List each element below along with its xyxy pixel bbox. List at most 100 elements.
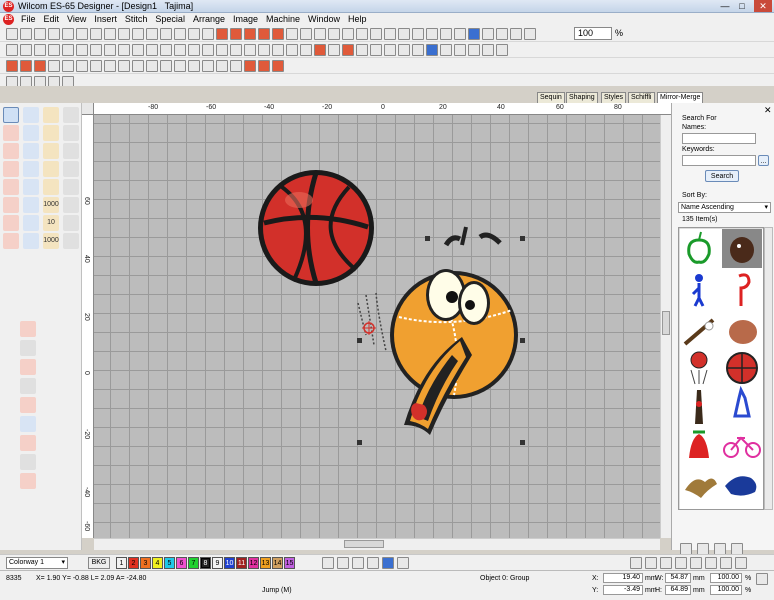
- lock-proportions-icon[interactable]: [756, 573, 768, 585]
- standard-tool-icon[interactable]: [524, 28, 536, 40]
- view-tool-icon[interactable]: [328, 44, 340, 56]
- standard-tool-icon[interactable]: [314, 28, 326, 40]
- apple-design-icon[interactable]: [687, 231, 711, 264]
- standard-tool-icon[interactable]: [230, 28, 242, 40]
- standard-tool-icon[interactable]: [342, 28, 354, 40]
- stitch-tool-icon[interactable]: [20, 60, 32, 72]
- toolbox-tool-icon[interactable]: 1000: [43, 197, 59, 213]
- toolbox-tool-icon[interactable]: [63, 197, 79, 213]
- menu-machine[interactable]: Machine: [262, 13, 304, 26]
- last-icon[interactable]: [690, 557, 702, 569]
- view-tool-icon[interactable]: [426, 44, 438, 56]
- color-swatch[interactable]: 14: [272, 557, 283, 569]
- standard-tool-icon[interactable]: [454, 28, 466, 40]
- view-tool-icon[interactable]: [118, 44, 130, 56]
- view-tool-icon[interactable]: [146, 44, 158, 56]
- stitch-tool-icon[interactable]: [90, 60, 102, 72]
- browse-button[interactable]: ...: [758, 155, 769, 166]
- stitch-tool-icon[interactable]: [230, 60, 242, 72]
- standard-tool-icon[interactable]: [440, 28, 452, 40]
- stitch-tool-icon[interactable]: [188, 60, 200, 72]
- remove-color-icon[interactable]: [337, 557, 349, 569]
- toolbox-tool-icon[interactable]: [23, 215, 39, 231]
- stitch-tool-icon[interactable]: [216, 60, 228, 72]
- standard-tool-icon[interactable]: [146, 28, 158, 40]
- view-tool-icon[interactable]: [160, 44, 172, 56]
- show-3d-icon[interactable]: [382, 557, 394, 569]
- stitch-tool-icon[interactable]: [48, 60, 60, 72]
- basketball-player-design-icon[interactable]: [691, 274, 705, 307]
- toolbox-tool-icon[interactable]: [63, 179, 79, 195]
- stitch-type-icon[interactable]: [20, 359, 36, 375]
- color-swatch[interactable]: 8: [200, 557, 211, 569]
- minimize-button[interactable]: —: [718, 0, 732, 12]
- view-tool-icon[interactable]: [314, 44, 326, 56]
- standard-tool-icon[interactable]: [328, 28, 340, 40]
- view-tool-icon[interactable]: [496, 44, 508, 56]
- w-percent-input[interactable]: 100.00: [710, 573, 742, 583]
- toolbox-tool-icon[interactable]: [3, 143, 19, 159]
- standard-tool-icon[interactable]: [34, 28, 46, 40]
- standard-tool-icon[interactable]: [398, 28, 410, 40]
- view-tool-icon[interactable]: [90, 44, 102, 56]
- design-list-icon[interactable]: [397, 557, 409, 569]
- bird-design-icon[interactable]: [685, 478, 717, 498]
- vertical-scrollbar[interactable]: [660, 115, 671, 538]
- standard-tool-icon[interactable]: [118, 28, 130, 40]
- view-tool-icon[interactable]: [48, 44, 60, 56]
- view-tool-icon[interactable]: [258, 44, 270, 56]
- color-swatch[interactable]: 9: [212, 557, 223, 569]
- standard-tool-icon[interactable]: [76, 28, 88, 40]
- standard-tool-icon[interactable]: [104, 28, 116, 40]
- x-input[interactable]: 19.40: [603, 573, 643, 583]
- bat-design-icon[interactable]: [695, 390, 703, 424]
- view-tool-icon[interactable]: [104, 44, 116, 56]
- basketball-design[interactable]: [258, 170, 374, 286]
- toolbox-tool-icon[interactable]: [3, 215, 19, 231]
- stitch-tool-icon[interactable]: [6, 60, 18, 72]
- bell-design-icon[interactable]: [689, 430, 709, 458]
- stitch-tool-icon[interactable]: [118, 60, 130, 72]
- keywords-input[interactable]: [682, 155, 756, 166]
- toolbox-tool-icon[interactable]: [3, 161, 19, 177]
- view-tool-icon[interactable]: [230, 44, 242, 56]
- view-tool-icon[interactable]: [356, 44, 368, 56]
- zoom-input[interactable]: 100: [574, 27, 612, 40]
- toolbox-tool-icon[interactable]: [23, 197, 39, 213]
- standard-tool-icon[interactable]: [20, 28, 32, 40]
- standard-tool-icon[interactable]: [510, 28, 522, 40]
- step-icon[interactable]: [720, 557, 732, 569]
- color-swatch[interactable]: 6: [176, 557, 187, 569]
- toolbox-tool-icon[interactable]: [3, 197, 19, 213]
- tab-mirror-merge[interactable]: Mirror-Merge: [657, 92, 704, 103]
- panel-close-icon[interactable]: ✕: [764, 105, 772, 116]
- previous-icon[interactable]: [660, 557, 672, 569]
- toolbox-tool-icon[interactable]: [23, 233, 39, 249]
- sort-select[interactable]: Name Ascending ▾: [678, 202, 771, 213]
- toolbox-tool-icon[interactable]: [43, 179, 59, 195]
- toolbox-tool-icon[interactable]: [63, 215, 79, 231]
- standard-tool-icon[interactable]: [384, 28, 396, 40]
- toolbox-tool-icon[interactable]: [63, 125, 79, 141]
- standard-tool-icon[interactable]: [202, 28, 214, 40]
- toolbox-tool-icon[interactable]: [63, 143, 79, 159]
- view-tool-icon[interactable]: [216, 44, 228, 56]
- view-tool-icon[interactable]: [244, 44, 256, 56]
- blue-bird-design-icon[interactable]: [725, 476, 757, 496]
- toolbox-tool-icon[interactable]: 10: [43, 215, 59, 231]
- first-icon[interactable]: [645, 557, 657, 569]
- view-tool-icon[interactable]: [482, 44, 494, 56]
- tab-schiffli[interactable]: Schiffli: [628, 92, 655, 103]
- view-tool-icon[interactable]: [468, 44, 480, 56]
- toolbox-tool-icon[interactable]: [23, 179, 39, 195]
- toolbox-tool-icon[interactable]: [23, 143, 39, 159]
- search-button[interactable]: Search: [705, 170, 739, 182]
- thread-chart-icon[interactable]: [367, 557, 379, 569]
- toolbox-tool-icon[interactable]: [43, 125, 59, 141]
- view-tool-icon[interactable]: [286, 44, 298, 56]
- menu-edit[interactable]: Edit: [40, 13, 64, 26]
- horizontal-scrollbar[interactable]: [94, 538, 660, 550]
- menu-special[interactable]: Special: [151, 13, 189, 26]
- color-swatch[interactable]: 11: [236, 557, 247, 569]
- baseball-bat-design-icon[interactable]: [683, 318, 715, 346]
